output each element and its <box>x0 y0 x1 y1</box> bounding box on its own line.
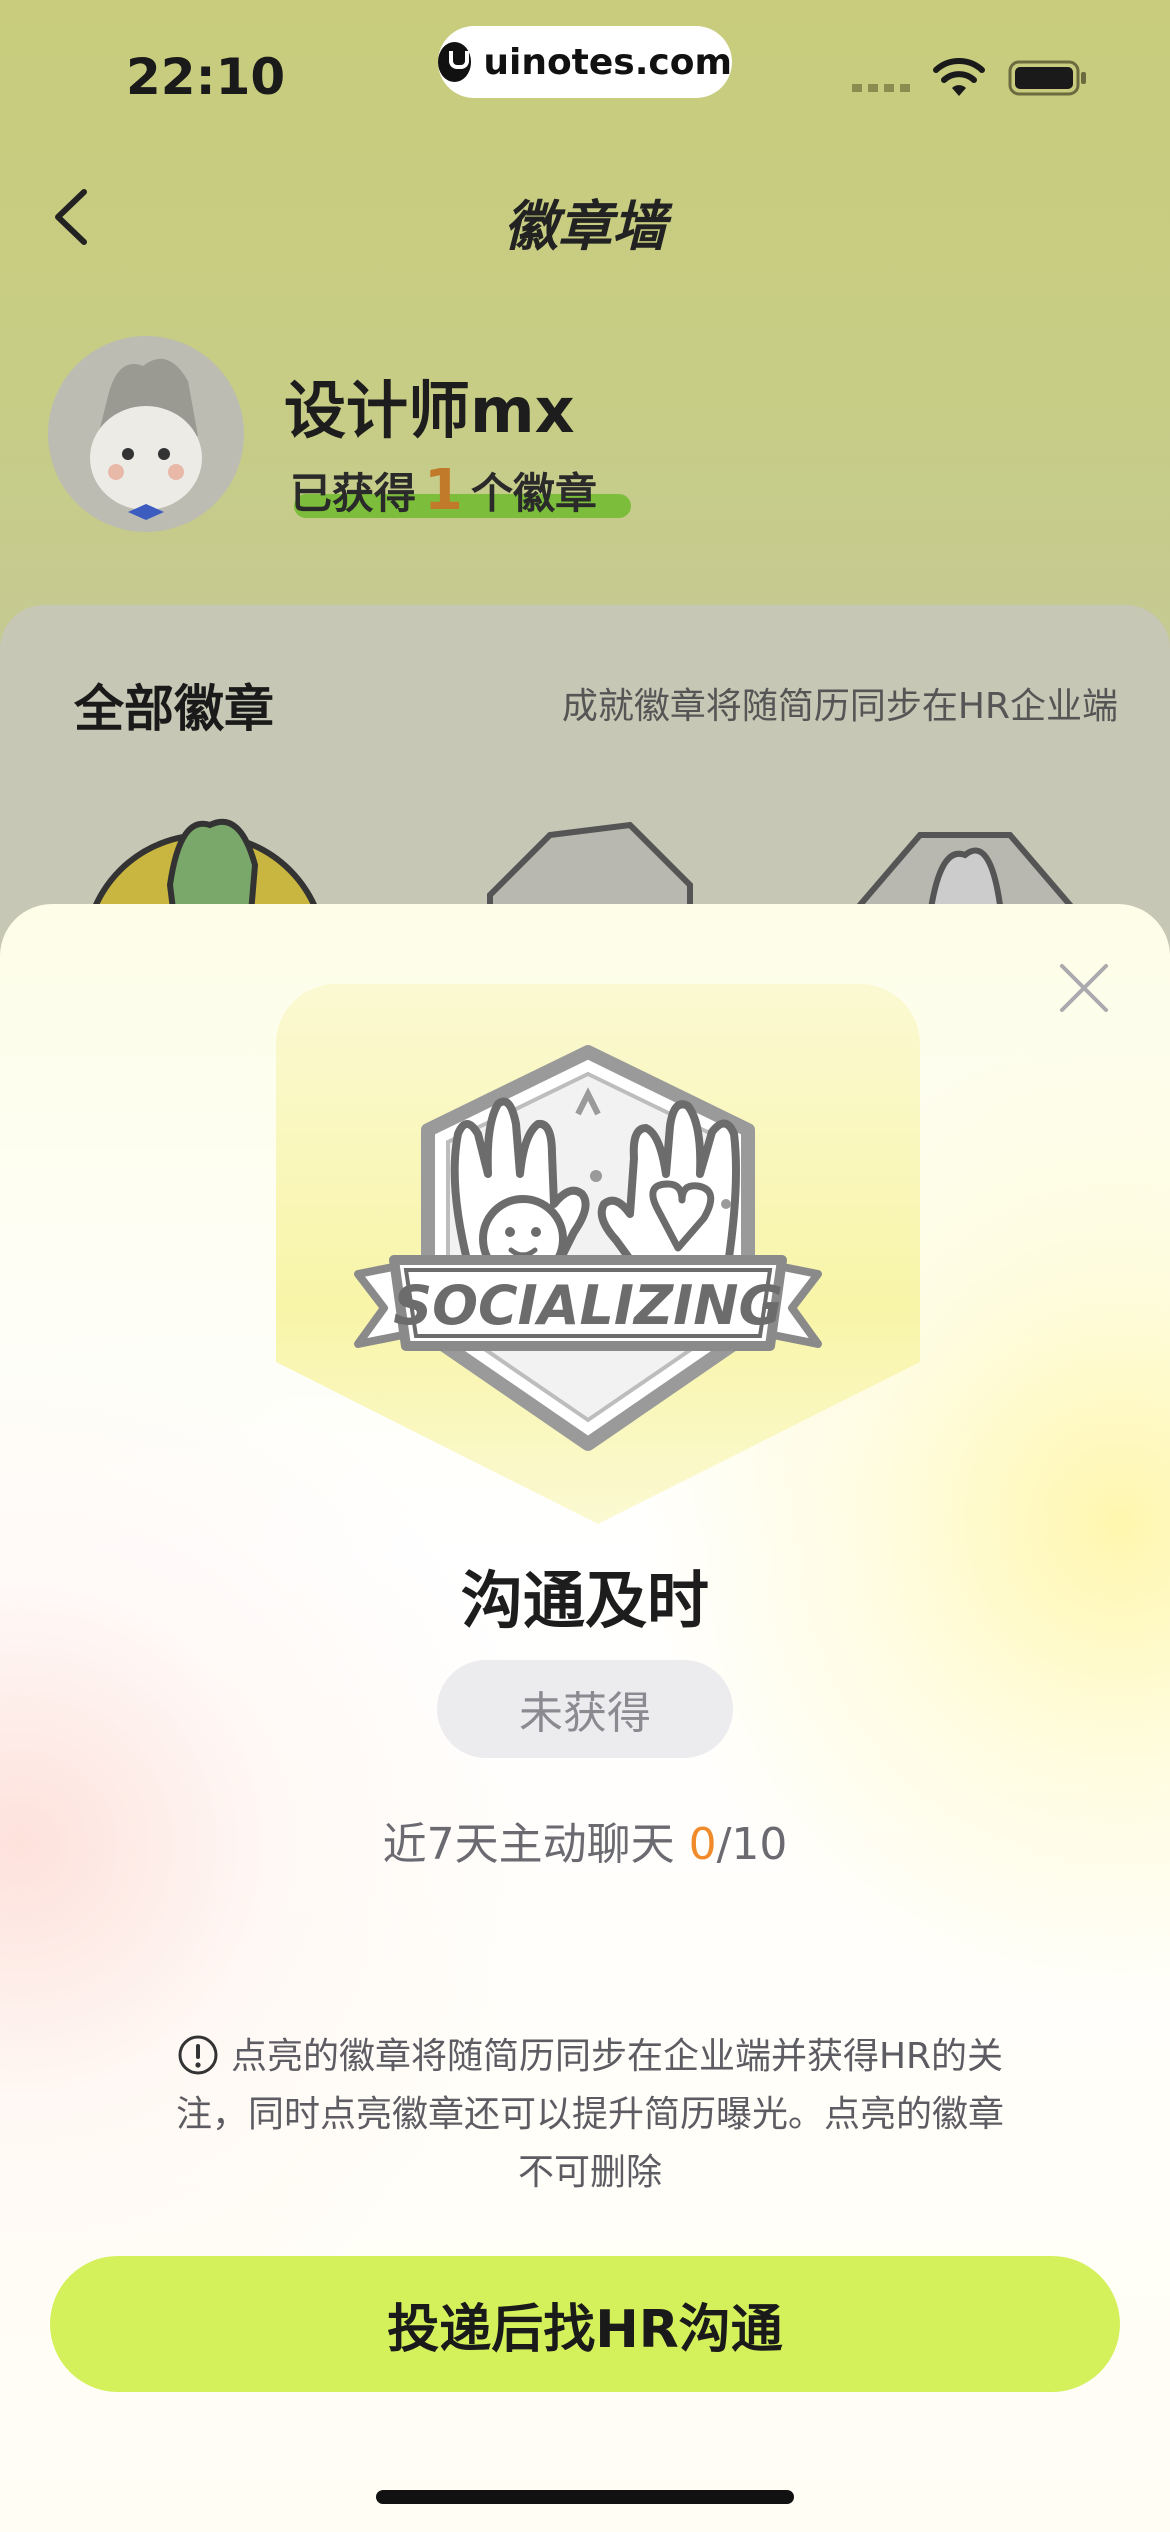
page-title: 徽章墙 <box>504 195 666 258</box>
close-icon[interactable] <box>1056 960 1112 1016</box>
earned-count: 1 <box>424 457 463 523</box>
avatar[interactable] <box>48 336 244 532</box>
info-text: 点亮的徽章将随简历同步在企业端并获得HR的关注，同时点亮徽章还可以提升简历曝光。… <box>175 2036 1004 2193</box>
wifi-icon <box>933 58 985 96</box>
badge-progress: 近7天主动聊天 0/10 <box>0 1808 1170 1872</box>
info-circle-icon <box>178 2035 218 2075</box>
nav-bar: 徽章墙 <box>0 160 1170 270</box>
badge-wall-page: 22:10 uinotes.com 徽章墙 设计师mx 已获得 1 个徽章 全部… <box>0 0 1170 1005</box>
socializing-badge-icon: SOCIALIZING <box>354 1045 822 1451</box>
site-logo-icon <box>438 42 472 82</box>
earned-suffix: 个徽章 <box>470 468 597 518</box>
url-pill: uinotes.com <box>438 26 732 98</box>
cellular-signal-icon <box>852 84 912 92</box>
badge-info-note: 点亮的徽章将随简历同步在企业端并获得HR的关注，同时点亮徽章还可以提升简历曝光。… <box>160 2028 1020 2202</box>
earned-badge-count: 已获得 1 个徽章 <box>290 457 631 523</box>
battery-icon <box>1008 60 1086 96</box>
badge-status-pill: 未获得 <box>437 1660 733 1758</box>
badge-ribbon-text: SOCIALIZING <box>393 1274 783 1337</box>
deliver-and-chat-button[interactable]: 投递后找HR沟通 <box>50 2256 1120 2392</box>
status-time: 22:10 <box>126 48 286 106</box>
profile-header: 设计师mx 已获得 1 个徽章 <box>0 320 1170 560</box>
badge-name: 沟通及时 <box>460 1564 709 1637</box>
progress-label: 近7天主动聊天 <box>382 1819 689 1870</box>
badge-detail-sheet: SOCIALIZING 沟通及时 未获得 近7天主动聊天 0/10 点亮的徽章将… <box>0 904 1170 2532</box>
earned-prefix: 已获得 <box>290 468 417 518</box>
username: 设计师mx <box>284 374 575 447</box>
home-indicator <box>376 2490 794 2504</box>
progress-current: 0 <box>688 1819 717 1870</box>
section-note: 成就徽章将随简历同步在HR企业端 <box>561 686 1118 727</box>
status-bar: 22:10 uinotes.com <box>0 0 1170 140</box>
progress-total: /10 <box>716 1819 788 1870</box>
url-text: uinotes.com <box>483 41 732 83</box>
section-title: 全部徽章 <box>74 680 274 738</box>
avatar-illustration-icon <box>90 358 202 520</box>
